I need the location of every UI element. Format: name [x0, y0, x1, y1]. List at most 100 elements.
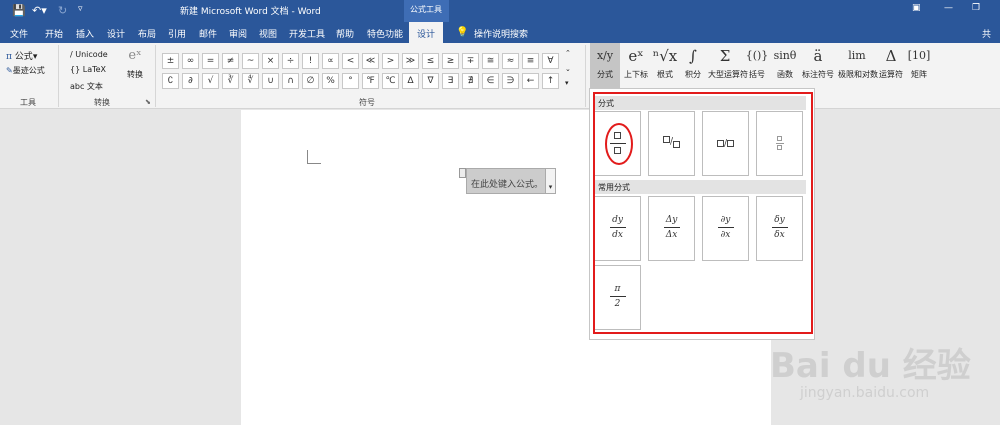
tab-references[interactable]: 引用 [168, 27, 186, 40]
text-option[interactable]: abc 文本 [70, 81, 103, 92]
symbol-button[interactable]: √ [202, 73, 219, 89]
customize-qat-icon[interactable]: ▿ [78, 4, 83, 14]
tab-special[interactable]: 特色功能 [367, 27, 403, 40]
symbol-button[interactable]: > [382, 53, 399, 69]
structure-button[interactable]: Σ 大型运算符 [708, 45, 748, 80]
redo-icon[interactable]: ↻ [58, 4, 67, 17]
group-label-convert: 转换 [94, 98, 110, 107]
symbol-button[interactable]: ∋ [502, 73, 519, 89]
dialog-launcher-icon[interactable]: ⬊ [145, 98, 151, 106]
symbol-button[interactable]: ≥ [442, 53, 459, 69]
pi-icon: π [6, 52, 12, 62]
structure-button[interactable]: lim 极限和对数 [838, 45, 878, 80]
structure-icon: Δ [885, 47, 897, 65]
structure-button[interactable]: [10] 矩阵 [906, 45, 932, 80]
tab-help[interactable]: 帮助 [336, 27, 354, 40]
structure-button[interactable]: x/y 分式 [592, 45, 618, 80]
symbol-button[interactable]: ℉ [362, 73, 379, 89]
latex-option[interactable]: {} LaTeX [70, 65, 106, 74]
tab-file[interactable]: 文件 [10, 27, 28, 40]
symbol-button[interactable]: ∪ [262, 73, 279, 89]
tab-home[interactable]: 开始 [45, 27, 63, 40]
equation-button[interactable]: π 公式▾ [6, 49, 37, 62]
symbol-button[interactable]: ∇ [422, 73, 439, 89]
symbol-button[interactable]: ∄ [462, 73, 479, 89]
tab-layout[interactable]: 布局 [138, 27, 156, 40]
tab-design[interactable]: 设计 [107, 27, 125, 40]
symbol-button[interactable]: ℃ [382, 73, 399, 89]
unicode-option[interactable]: / Unicode [70, 50, 108, 59]
symbol-button[interactable]: ← [522, 73, 539, 89]
symbol-button[interactable]: ∂ [182, 73, 199, 89]
structure-button[interactable]: ä 标注符号 [800, 45, 836, 80]
symbol-button[interactable]: ∀ [542, 53, 559, 69]
symbol-button[interactable]: ≪ [362, 53, 379, 69]
symbol-button[interactable]: ≠ [222, 53, 239, 69]
symbol-button[interactable]: ~ [242, 53, 259, 69]
title-bar: 💾 ↶▾ ↻ ▿ 新建 Microsoft Word 文档 - Word 公式工… [0, 0, 1000, 22]
structure-button[interactable]: sinθ 函数 [772, 45, 798, 80]
equation-placeholder[interactable]: 在此处键入公式。 [466, 168, 546, 194]
ink-icon: ✎ [6, 66, 13, 75]
structure-icon: lim [848, 49, 866, 62]
tab-insert[interactable]: 插入 [76, 27, 94, 40]
symbol-button[interactable]: ÷ [282, 53, 299, 69]
equation-options-dropdown[interactable]: ▾ [545, 168, 556, 194]
convert-icon: eˣ [128, 48, 142, 63]
ink-equation-button[interactable]: ✎墨迹公式 [6, 65, 45, 76]
minimize-icon[interactable]: — [944, 3, 953, 13]
symbol-button[interactable]: < [342, 53, 359, 69]
scroll-up-icon[interactable]: ⌃ [565, 49, 571, 57]
symbol-button[interactable]: ∈ [482, 73, 499, 89]
save-icon[interactable]: 💾 [12, 4, 26, 17]
symbol-button[interactable]: ∜ [242, 73, 259, 89]
tab-review[interactable]: 审阅 [229, 27, 247, 40]
symbol-button[interactable]: ∆ [402, 73, 419, 89]
symbol-button[interactable]: ± [162, 53, 179, 69]
symbol-button[interactable]: ! [302, 53, 319, 69]
symbol-button[interactable]: × [262, 53, 279, 69]
structure-icon: sinθ [773, 49, 797, 62]
symbol-button[interactable]: ∓ [462, 53, 479, 69]
undo-icon[interactable]: ↶▾ [32, 4, 47, 17]
symbol-button[interactable]: ∝ [322, 53, 339, 69]
structure-icon: x/y [596, 49, 614, 62]
equation-handle[interactable] [459, 168, 466, 178]
structure-button[interactable]: Δ 运算符 [878, 45, 904, 80]
baidu-url: jingyan.baidu.com [800, 385, 930, 401]
tell-me-search[interactable]: 操作说明搜索 [474, 27, 528, 40]
convert-button[interactable]: eˣ 转换 [122, 45, 148, 80]
symbol-button[interactable]: ∩ [282, 73, 299, 89]
symbol-button[interactable]: ∞ [182, 53, 199, 69]
tab-view[interactable]: 视图 [259, 27, 277, 40]
structure-button[interactable]: ∫ 积分 [680, 45, 706, 80]
structure-button[interactable]: ⁿ√x 根式 [652, 45, 678, 80]
symbol-button[interactable]: ≤ [422, 53, 439, 69]
more-symbols-icon[interactable]: ▾ [565, 79, 569, 87]
symbol-button[interactable]: ∁ [162, 73, 179, 89]
symbol-button[interactable]: ≅ [482, 53, 499, 69]
restore-icon[interactable]: ❐ [972, 3, 980, 13]
structure-button[interactable]: eˣ 上下标 [622, 45, 650, 80]
symbol-button[interactable]: ↑ [542, 73, 559, 89]
tab-equation-design[interactable]: 设计 [409, 22, 444, 43]
share-button[interactable]: 共 [982, 27, 991, 40]
symbol-button[interactable]: ∃ [442, 73, 459, 89]
symbol-button[interactable]: ∛ [222, 73, 239, 89]
structure-label: 分式 [597, 70, 613, 79]
ribbon: π 公式▾ ✎墨迹公式 工具 / Unicode {} LaTeX abc 文本… [0, 43, 1000, 109]
group-divider [155, 45, 156, 107]
tab-mailings[interactable]: 邮件 [199, 27, 217, 40]
symbol-button[interactable]: ≫ [402, 53, 419, 69]
tab-developer[interactable]: 开发工具 [289, 27, 325, 40]
symbol-button[interactable]: ≡ [522, 53, 539, 69]
symbol-button[interactable]: % [322, 73, 339, 89]
context-tab-label: 公式工具 [410, 5, 442, 14]
symbol-button[interactable]: ∅ [302, 73, 319, 89]
symbol-button[interactable]: = [202, 53, 219, 69]
ribbon-display-icon[interactable]: ▣ [912, 3, 921, 13]
structure-button[interactable]: {()} 括号 [744, 45, 770, 80]
scroll-down-icon[interactable]: ⌄ [565, 65, 571, 73]
symbol-button[interactable]: ° [342, 73, 359, 89]
symbol-button[interactable]: ≈ [502, 53, 519, 69]
